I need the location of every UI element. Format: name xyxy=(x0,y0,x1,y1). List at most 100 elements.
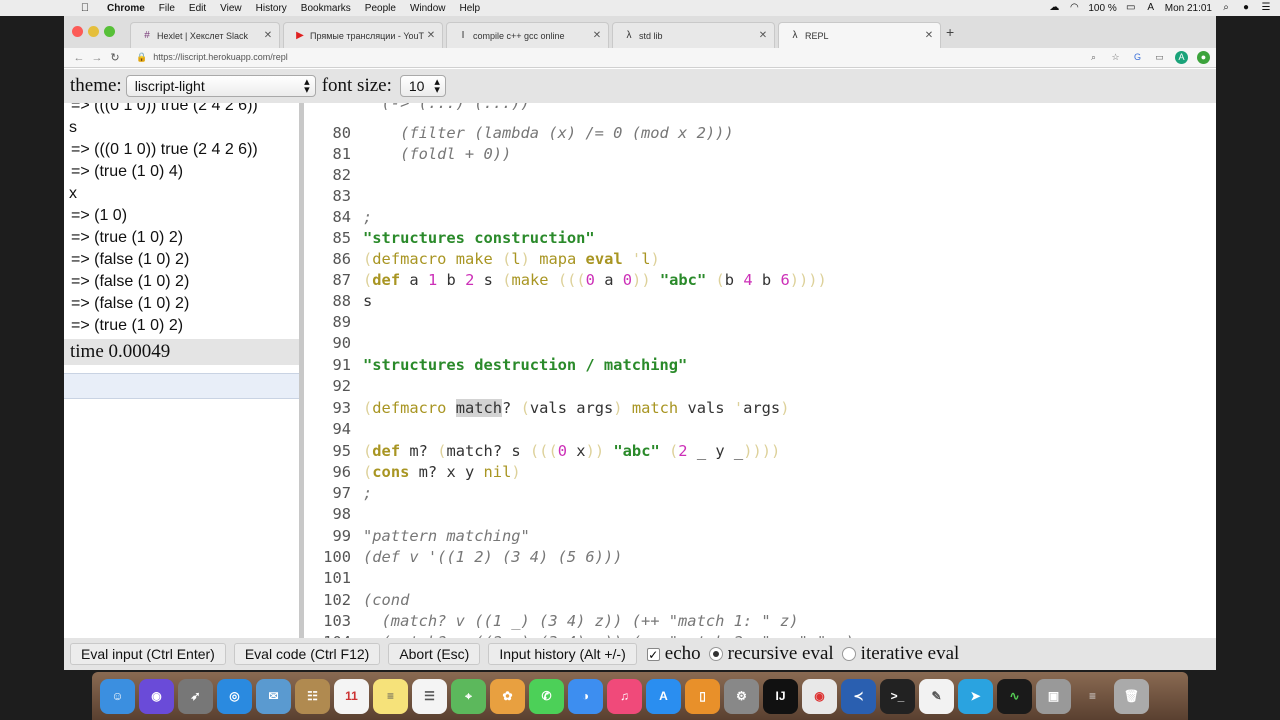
menu-help[interactable]: Help xyxy=(453,3,488,14)
ibooks-icon[interactable]: ▯ xyxy=(685,678,720,714)
profile-icon[interactable]: A xyxy=(1175,51,1188,64)
tab-std-lib[interactable]: λ std lib ✕ xyxy=(612,22,775,48)
notification-center-icon[interactable]: ☰ xyxy=(1260,3,1272,13)
zoom-icon[interactable]: ⌕ xyxy=(1087,51,1100,64)
repl-input-field[interactable] xyxy=(64,373,299,399)
window-close-button[interactable] xyxy=(72,26,83,37)
reload-icon[interactable]: ↻ xyxy=(106,51,124,64)
menubar-clock[interactable]: Mon 21:01 xyxy=(1165,3,1212,14)
window-maximize-button[interactable] xyxy=(104,26,115,37)
eval-code-button[interactable]: Eval code (Ctrl F12) xyxy=(233,643,381,665)
messages-icon[interactable]: ✆ xyxy=(529,678,564,714)
textedit-icon[interactable]: ✎ xyxy=(919,678,954,714)
menu-bookmarks[interactable]: Bookmarks xyxy=(294,3,358,14)
window-minimize-button[interactable] xyxy=(88,26,99,37)
mail-icon[interactable]: ✉ xyxy=(256,678,291,714)
user-avatar-icon[interactable]: ● xyxy=(1240,3,1252,13)
cloud-icon[interactable]: ☁ xyxy=(1048,3,1060,13)
lambda-icon: λ xyxy=(792,30,798,41)
line-number: 88 xyxy=(332,292,351,310)
menu-history[interactable]: History xyxy=(249,3,294,14)
abort-button[interactable]: Abort (Esc) xyxy=(388,643,481,665)
close-tab-icon[interactable]: ✕ xyxy=(261,30,275,41)
reminders-icon[interactable]: ☰ xyxy=(412,678,447,714)
menu-app-name[interactable]: Chrome xyxy=(100,3,152,14)
vscode-icon[interactable]: ≺ xyxy=(841,678,876,714)
line-number: 89 xyxy=(332,313,351,331)
notes-icon[interactable]: ≡ xyxy=(373,678,408,714)
menu-view[interactable]: View xyxy=(213,3,249,14)
photos-icon[interactable]: ✿ xyxy=(490,678,525,714)
menu-window[interactable]: Window xyxy=(403,3,453,14)
font-size-select[interactable]: 10 ▴ ▾ xyxy=(399,75,446,97)
back-arrow-icon[interactable]: ← xyxy=(70,52,88,64)
extension-green-icon[interactable]: ● xyxy=(1197,51,1210,64)
forward-arrow-icon[interactable]: → xyxy=(88,52,106,64)
apple-icon[interactable]:  xyxy=(78,2,92,14)
keyboard-layout-icon[interactable]: A xyxy=(1145,3,1157,13)
siri-icon[interactable]: ◉ xyxy=(139,678,174,714)
theme-select[interactable]: liscript-light ▴ ▾ xyxy=(125,75,316,97)
lambda-icon: λ xyxy=(626,30,632,41)
launchpad-icon[interactable]: ➶ xyxy=(178,678,213,714)
itunes-icon[interactable]: ♫ xyxy=(607,678,642,714)
echo-label: echo xyxy=(664,643,701,664)
output-line: => (true (1 0) 4) xyxy=(71,163,184,180)
tab-label: REPL xyxy=(805,30,829,41)
app-store-icon[interactable]: A xyxy=(646,678,681,714)
echo-checkbox[interactable]: ✓ xyxy=(646,647,660,661)
wifi-icon[interactable]: ◠ xyxy=(1068,3,1080,13)
tab-compile-cpp[interactable]: I compile c++ gcc online ✕ xyxy=(446,22,609,48)
spotlight-search-icon[interactable]: ⌕ xyxy=(1220,3,1232,13)
output-pane[interactable]: => (((0 1 0)) true (2 4 2 6)) s => (((0 … xyxy=(64,103,304,638)
select-arrows-icon: ▴ ▾ xyxy=(304,76,310,96)
translate-icon[interactable]: G xyxy=(1131,51,1144,64)
battery-percent[interactable]: 100 % xyxy=(1088,3,1116,14)
address-bar[interactable]: 🔒 https://liscript.herokuapp.com/repl xyxy=(136,52,288,63)
menu-file[interactable]: File xyxy=(152,3,182,14)
menu-people[interactable]: People xyxy=(358,3,403,14)
close-tab-icon[interactable]: ✕ xyxy=(922,30,936,41)
menu-edit[interactable]: Edit xyxy=(182,3,213,14)
contacts-icon[interactable]: ☷ xyxy=(295,678,330,714)
facetime-icon[interactable]: ◑ xyxy=(568,678,603,714)
finder-icon[interactable]: ☺ xyxy=(100,678,135,714)
maps-icon[interactable]: ⌖ xyxy=(451,678,486,714)
tab-slack[interactable]: # Hexlet | Хекслет Slack ✕ xyxy=(130,22,280,48)
tab-repl[interactable]: λ REPL ✕ xyxy=(778,22,941,48)
telegram-icon[interactable]: ➤ xyxy=(958,678,993,714)
code-line-partial: (-> (...) (...)) xyxy=(363,103,530,112)
code-line: 95 (def m? (match? s (((0 x)) "abc" (2 _ … xyxy=(309,441,780,462)
close-tab-icon[interactable]: ✕ xyxy=(424,30,438,41)
tab-youtube[interactable]: ▶ Прямые трансляции - YouTube ✕ xyxy=(283,22,443,48)
downloads-icon[interactable]: ≡ xyxy=(1075,679,1110,714)
new-tab-icon[interactable]: + xyxy=(946,24,954,40)
screenshot-icon[interactable]: ▣ xyxy=(1036,678,1071,714)
battery-icon[interactable]: ▭ xyxy=(1125,3,1137,13)
calendar-icon[interactable]: 11 xyxy=(334,678,369,714)
chrome-icon[interactable]: ◉ xyxy=(802,678,837,714)
output-line: x xyxy=(69,185,77,202)
iterative-eval-radio[interactable] xyxy=(841,647,856,661)
code-line: 96 (cons m? x y nil) xyxy=(309,462,520,483)
safari-icon[interactable]: ◎ xyxy=(217,678,252,714)
code-line: 89 xyxy=(309,312,351,333)
output-line: => (true (1 0) 2) xyxy=(71,229,184,246)
terminal-icon[interactable]: >_ xyxy=(880,678,915,714)
recursive-eval-radio[interactable] xyxy=(708,647,723,661)
intellij-icon[interactable]: IJ xyxy=(763,678,798,714)
system-preferences-icon[interactable]: ⚙ xyxy=(724,678,759,714)
close-tab-icon[interactable]: ✕ xyxy=(756,30,770,41)
eval-input-button[interactable]: Eval input (Ctrl Enter) xyxy=(70,643,226,665)
close-tab-icon[interactable]: ✕ xyxy=(590,30,604,41)
extension-icon[interactable]: ▭ xyxy=(1153,51,1166,64)
menubar-status-area: ☁ ◠ 100 % ▭ A Mon 21:01 ⌕ ● ☰ xyxy=(1048,0,1280,16)
input-history-button[interactable]: Input history (Alt +/-) xyxy=(488,643,637,665)
activity-monitor-icon[interactable]: ∿ xyxy=(997,678,1032,714)
code-line: 80 (filter (lambda (x) /= 0 (mod x 2))) xyxy=(309,123,733,144)
bookmark-star-icon[interactable]: ☆ xyxy=(1109,51,1122,64)
theme-label: theme: xyxy=(70,75,122,96)
line-number: 85 xyxy=(332,229,351,247)
code-editor[interactable]: (-> (...) (...)) 80 (filter (lambda (x) … xyxy=(309,103,1216,638)
trash-icon[interactable]: 🗑 xyxy=(1114,678,1149,714)
